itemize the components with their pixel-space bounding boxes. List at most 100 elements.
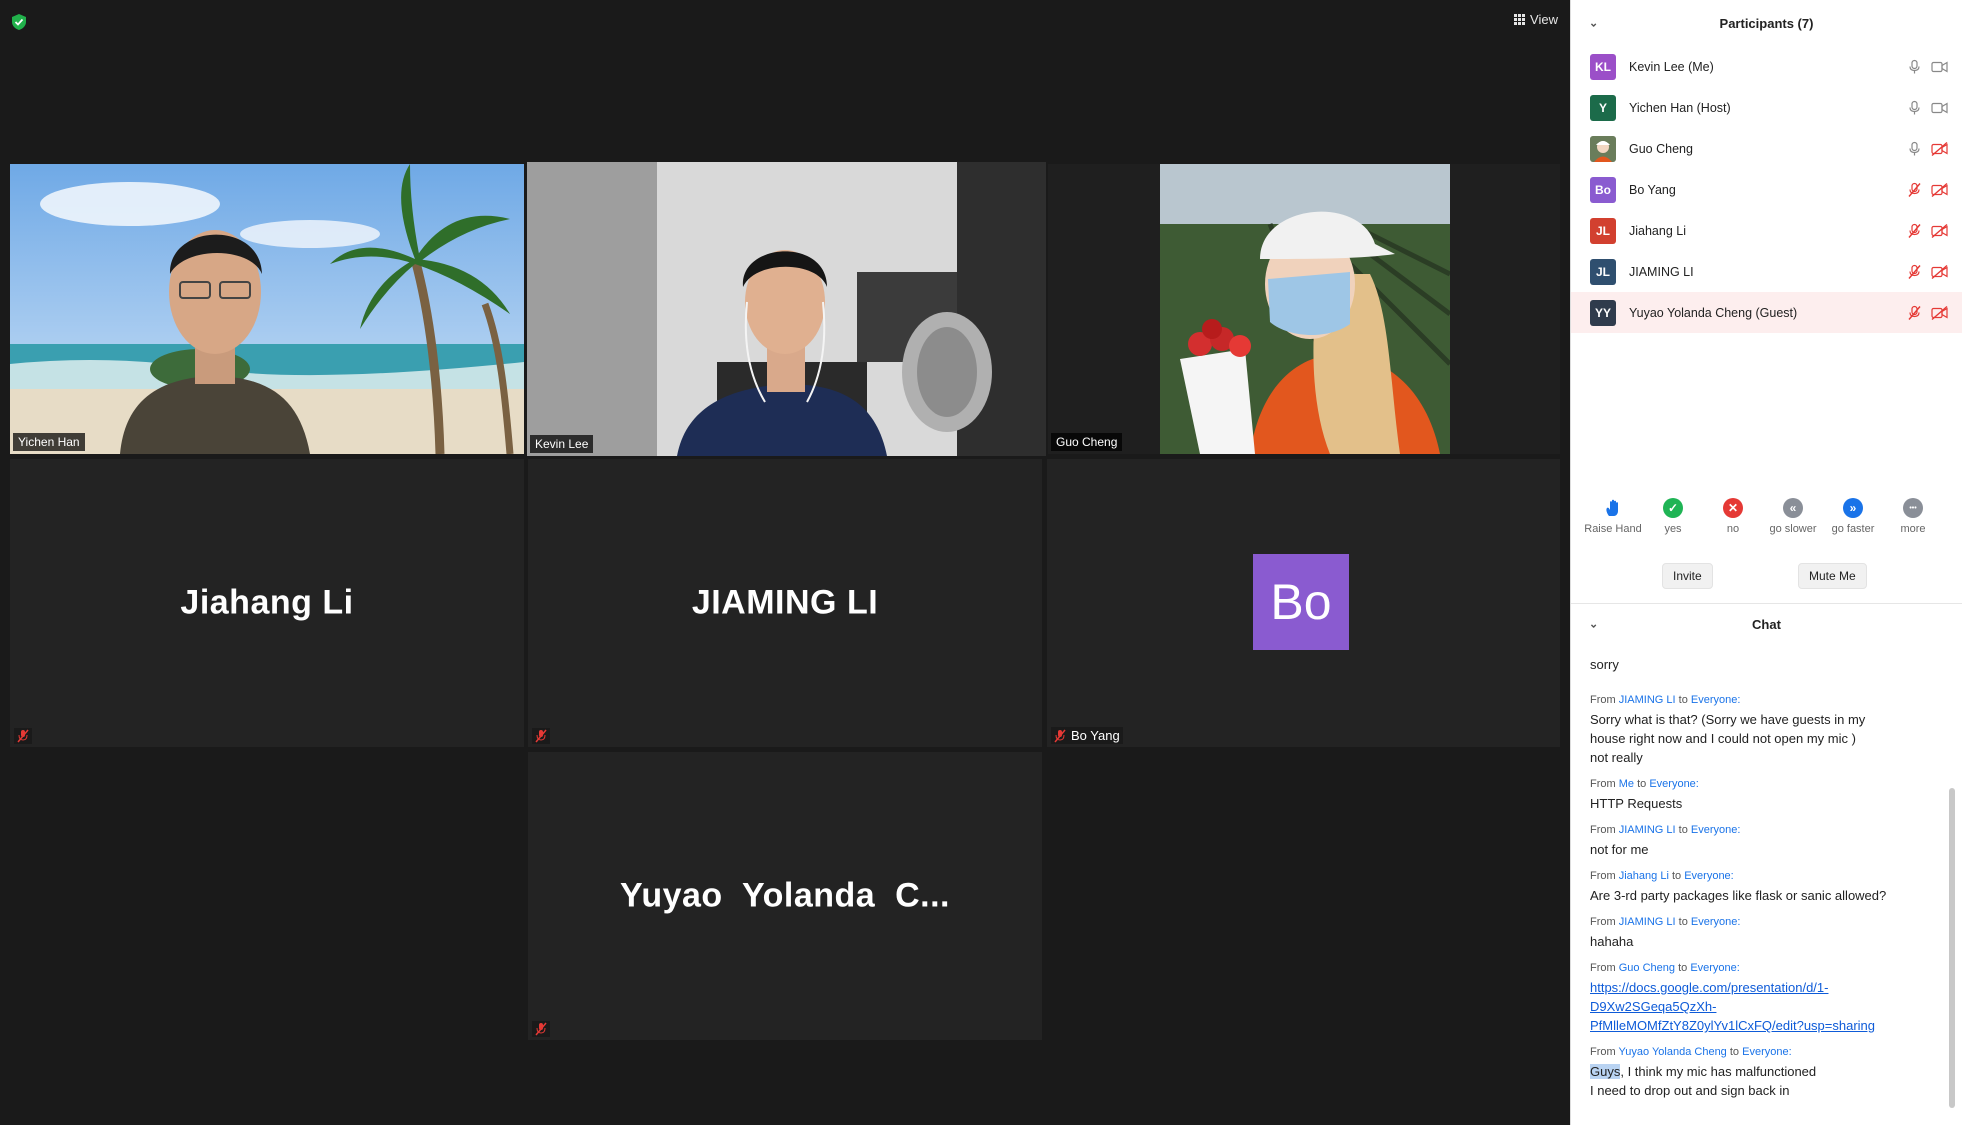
mic-icon[interactable] [1906,59,1923,74]
chat-messages[interactable]: sorry From JIAMING LI to Everyone: Sorry … [1571,644,1962,1111]
chevron-down-icon[interactable]: ⌄ [1589,618,1598,631]
reaction-more[interactable]: ••• more [1883,498,1943,535]
participant-row[interactable]: KL Kevin Lee (Me) [1571,46,1962,87]
video-tile-bo-yang[interactable]: Bo Bo Yang [1047,459,1560,747]
recipient-name: Everyone: [1649,778,1699,790]
participant-row[interactable]: Guo Cheng [1571,128,1962,169]
participants-list: KL Kevin Lee (Me) Y Yichen Han (Host) Guo Ch… [1571,46,1962,333]
fast-forward-icon: » [1843,498,1863,518]
rewind-icon: « [1783,498,1803,518]
recipient-name: Everyone: [1742,1046,1792,1058]
video-tile-guo-cheng[interactable]: Guo Cheng [1048,164,1560,454]
sender-name[interactable]: Guo Cheng [1619,962,1675,974]
participants-title: Participants (7) [1719,15,1814,31]
sender-name[interactable]: JIAMING LI [1619,916,1676,928]
selected-text: Guys [1590,1064,1621,1079]
sender-name[interactable]: Jiahang Li [1619,870,1669,882]
video-off-icon[interactable] [1931,264,1948,279]
participant-display-name: Jiahang Li [180,583,354,622]
muted-mic-icon [535,1022,547,1036]
chat-message: From Guo Cheng to Everyone: https://docs.… [1590,962,1944,1035]
from-word: From [1590,870,1616,882]
participant-row[interactable]: JL Jiahang Li [1571,210,1962,251]
mute-me-button[interactable]: Mute Me [1798,563,1867,589]
mic-icon[interactable] [1906,141,1923,156]
chat-title: Chat [1752,616,1781,632]
video-off-icon[interactable] [1931,305,1948,320]
recipient-name: Everyone: [1690,824,1741,836]
participant-name-tag: Yichen Han [13,433,85,451]
video-tile-kevin-lee[interactable]: Kevin Lee [527,162,1046,456]
chat-line: hahaha [1590,934,1634,949]
sender-name[interactable]: Me [1619,778,1634,790]
from-word: From [1590,694,1616,706]
video-tile-yichen-han[interactable]: Yichen Han [10,164,524,454]
security-shield-icon[interactable] [12,14,26,30]
grid-icon [1514,14,1526,25]
reaction-go-slower[interactable]: « go slower [1763,498,1823,535]
chat-message-meta: From JIAMING LI to Everyone: [1590,824,1944,836]
from-word: From [1590,778,1616,790]
chat-message-meta: From Me to Everyone: [1590,778,1944,790]
video-tile-jiahang-li[interactable]: Jiahang Li [10,459,524,747]
video-camera-icon[interactable] [1931,59,1948,74]
reaction-label: more [1900,523,1926,535]
reactions-bar: Raise Hand ✓ yes ✕ no « go slower » go faster •••… [1571,498,1962,535]
chat-line: sorry [1590,657,1619,672]
from-word: From [1590,962,1616,974]
reaction-yes[interactable]: ✓ yes [1643,498,1703,535]
chat-line: Guys, I think my mic has malfunctioned [1590,1062,1944,1081]
avatar: KL [1590,53,1616,80]
participant-row[interactable]: Bo Bo Yang [1571,169,1962,210]
chat-link[interactable]: https://docs.google.com/presentation/d/1… [1590,980,1828,995]
sidebar: ⌄ Participants (7) KL Kevin Lee (Me) Y Yich… [1570,0,1962,1125]
sender-name[interactable]: JIAMING LI [1619,694,1676,706]
participant-display-name: Yuyao Yolanda C... [620,876,950,915]
video-gallery: View Yichen Han Kevin Lee Guo Cheng Jiah… [0,0,1570,1125]
chat-line: https://docs.google.com/presentation/d/1… [1590,978,1944,997]
sender-name[interactable]: Yuyao Yolanda Cheng [1619,1046,1727,1058]
participant-name-tag: Bo Yang [1071,728,1120,743]
video-off-icon[interactable] [1931,223,1948,238]
reaction-label: go faster [1831,523,1875,535]
muted-mic-icon [535,729,547,743]
recipient-name: Everyone: [1690,962,1740,974]
reaction-raise-hand[interactable]: Raise Hand [1583,498,1643,535]
chat-link[interactable]: D9Xw2SGeqa5QzXh- [1590,999,1716,1014]
sender-name[interactable]: JIAMING LI [1619,824,1676,836]
participant-name: Bo Yang [1629,182,1676,197]
muted-mic-icon[interactable] [1906,264,1923,279]
mic-icon[interactable] [1906,100,1923,115]
participant-row[interactable]: Y Yichen Han (Host) [1571,87,1962,128]
chat-message: From Yuyao Yolanda Cheng to Everyone: Guy… [1590,1046,1944,1100]
from-word: From [1590,1046,1616,1058]
from-word: From [1590,824,1616,836]
avatar [1590,135,1616,162]
chat-scrollbar[interactable] [1949,788,1955,1108]
chat-line: Sorry what is that? (Sorry we have guest… [1590,712,1866,727]
participant-name: Kevin Lee (Me) [1629,59,1714,74]
avatar: YY [1590,299,1616,326]
video-tile-jiaming-li[interactable]: JIAMING LI [528,459,1042,747]
chat-line: Are 3-rd party packages like flask or sa… [1590,888,1887,903]
video-off-icon[interactable] [1931,182,1948,197]
muted-mic-icon[interactable] [1906,223,1923,238]
muted-mic-icon[interactable] [1906,305,1923,320]
participant-row[interactable]: YY Yuyao Yolanda Cheng (Guest) [1571,292,1962,333]
participant-row[interactable]: JL JIAMING LI [1571,251,1962,292]
chat-link[interactable]: PfMlleMOMfZtY8Z0ylYv1lCxFQ/edit?usp=shar… [1590,1018,1875,1033]
reaction-go-faster[interactable]: » go faster [1823,498,1883,535]
chat-message: From JIAMING LI to Everyone: not for me [1590,824,1944,859]
video-tile-yuyao-yolanda-cheng[interactable]: Yuyao Yolanda C... [528,752,1042,1040]
invite-button[interactable]: Invite [1662,563,1713,589]
chevron-down-icon[interactable]: ⌄ [1589,17,1598,30]
video-off-icon[interactable] [1931,141,1948,156]
muted-mic-icon[interactable] [1906,182,1923,197]
reaction-label: go slower [1769,523,1817,535]
video-camera-icon[interactable] [1931,100,1948,115]
to-word: to [1729,1046,1740,1058]
reaction-no[interactable]: ✕ no [1703,498,1763,535]
chat-message-meta: From JIAMING LI to Everyone: [1590,694,1944,706]
view-button[interactable]: View [1514,12,1558,27]
participant-name-tag: Guo Cheng [1051,433,1123,451]
